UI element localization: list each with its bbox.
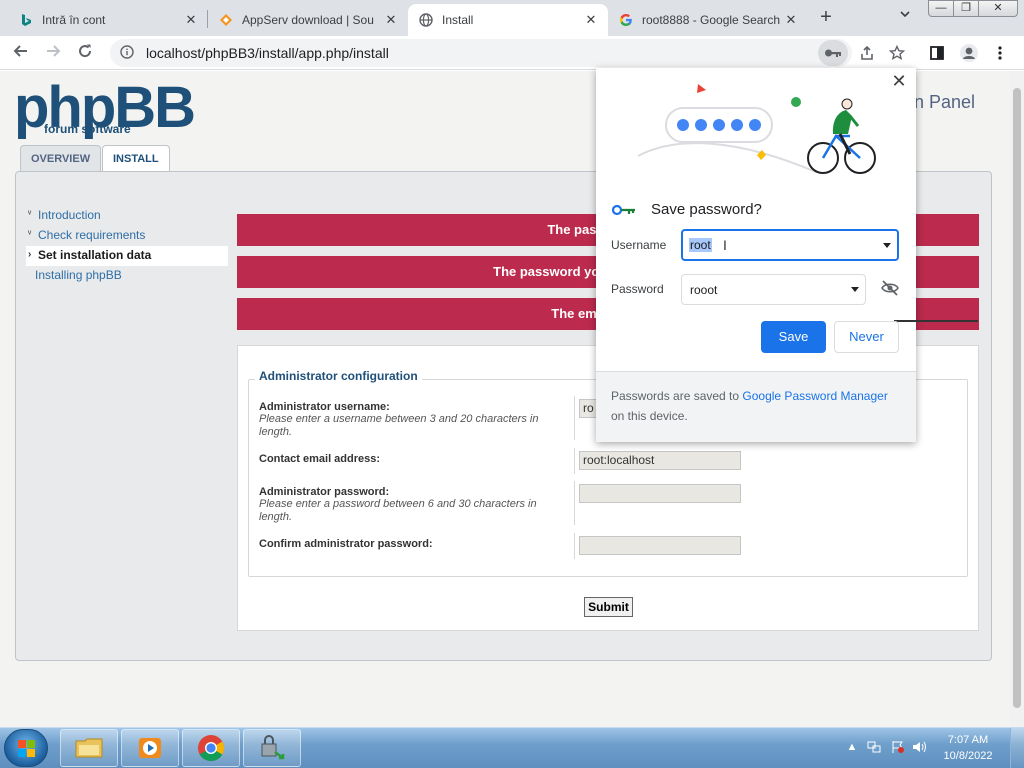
new-tab-button[interactable]: + [812,6,840,30]
clock-time: 7:07 AM [947,734,989,746]
info-icon[interactable] [120,44,134,62]
admin-username-label: Administrator username: [259,401,390,413]
text-cursor-icon: I [723,237,727,253]
menu-item-introduction[interactable]: ᵛ Introduction [26,206,228,226]
tab-search-chevron-icon[interactable] [894,8,916,28]
checkmark-icon: ᵛ [28,229,32,240]
never-button[interactable]: Never [834,321,899,353]
browser-tab-active[interactable]: Install ✕ [408,4,608,36]
admin-password-hint: Please enter a password between 6 and 30… [259,498,537,523]
reload-icon[interactable] [72,40,98,66]
dropdown-arrow-icon[interactable] [883,243,891,248]
field-divider [574,481,575,525]
volume-icon[interactable] [912,738,928,756]
tray-expand-icon[interactable]: ▲ [844,738,860,756]
chrome-icon [198,735,225,762]
tab-title: Intră în cont [42,13,106,27]
media-player-taskbar-button[interactable] [121,729,179,767]
profile-avatar-icon[interactable] [956,40,982,66]
maximize-button[interactable]: ❐ [953,0,979,17]
bookmark-star-icon[interactable] [884,40,910,66]
tab-install[interactable]: INSTALL [102,145,170,171]
password-label: Password [611,282,664,296]
menu-item-set-installation-data[interactable]: › Set installation data [26,246,228,266]
submit-button[interactable]: Submit [584,597,633,617]
eye-off-icon[interactable] [881,280,901,298]
folder-icon [75,738,103,758]
tab-title: AppServ download | Sou [242,13,374,27]
close-icon[interactable]: ✕ [184,12,198,28]
side-panel-icon[interactable] [924,40,950,66]
action-center-icon[interactable] [890,738,906,756]
bing-icon [18,12,34,28]
username-label: Username [611,238,667,252]
close-icon[interactable]: ✕ [384,12,398,28]
username-dropdown-field[interactable]: root I [681,229,899,261]
system-clock[interactable]: 7:07 AM 10/8/2022 [936,732,1000,764]
overlap-line [894,320,978,322]
password-illustration-icon [637,84,876,174]
lock-network-icon [261,735,285,760]
install-steps-menu: ᵛ Introduction ᵛ Check requirements › Set i… [26,206,228,286]
explorer-taskbar-button[interactable] [60,729,118,767]
close-icon[interactable]: ✕ [584,12,598,28]
admin-username-hint: Please enter a username between 3 and 20… [259,413,539,438]
save-button[interactable]: Save [761,321,826,353]
field-divider [574,448,575,474]
phpbb-logo-subtitle: forum software [44,122,131,136]
checkmark-icon: ᵛ [28,209,32,220]
username-value: root [689,238,712,252]
close-window-button[interactable]: ✕ [978,0,1018,17]
browser-tab[interactable]: AppServ download | Sou ✕ [208,4,408,36]
dialog-title: Save password? [651,201,762,218]
address-bar[interactable]: localhost/phpBB3/install/app.php/install [110,39,852,67]
forward-icon[interactable] [40,40,66,66]
browser-tab[interactable]: root8888 - Google Search ✕ [608,4,808,36]
browser-menu-icon[interactable] [990,40,1010,66]
tab-overview[interactable]: OVERVIEW [20,145,102,171]
windows-logo-icon [18,740,35,757]
close-icon[interactable]: ✕ [890,72,908,90]
tab-title: root8888 - Google Search [642,13,781,27]
arrow-right-icon: › [28,249,32,260]
minimize-button[interactable]: — [928,0,954,17]
browser-tab[interactable]: Intră în cont ✕ [8,4,208,36]
start-button[interactable] [4,729,48,767]
share-icon[interactable] [854,40,880,66]
admin-password-label: Administrator password: [259,486,390,498]
confirm-password-input[interactable] [579,536,741,555]
google-icon [618,12,634,28]
tab-title: Install [442,13,474,27]
network-tray-icon[interactable] [866,738,882,756]
footer-text: Passwords are saved to Google Password M… [611,389,888,423]
field-divider [574,533,575,559]
contact-email-label: Contact email address: [259,453,381,465]
browser-toolbar: localhost/phpBB3/install/app.php/install [0,36,1024,70]
menu-item-installing-phpbb[interactable]: Installing phpBB [26,266,228,286]
password-manager-link[interactable]: Google Password Manager [742,389,887,403]
network-taskbar-button[interactable] [243,729,301,767]
contact-email-input[interactable]: root:localhost [579,451,741,470]
password-dropdown-field[interactable]: rooot [681,274,866,305]
key-icon[interactable] [818,40,848,66]
fieldset-legend: Administrator configuration [255,369,422,383]
key-icon [611,204,636,219]
back-icon[interactable] [8,40,34,66]
media-player-icon [139,738,161,758]
clock-date: 10/8/2022 [943,750,993,762]
show-desktop-button[interactable] [1010,728,1024,768]
close-icon[interactable]: ✕ [784,12,798,28]
menu-item-check-requirements[interactable]: ᵛ Check requirements [26,226,228,246]
chrome-taskbar-button[interactable] [182,729,240,767]
url-text: localhost/phpBB3/install/app.php/install [146,45,389,61]
field-divider [574,396,575,440]
dropdown-arrow-icon[interactable] [851,287,859,292]
appserv-icon [218,12,234,28]
scrollbar-thumb[interactable] [1013,88,1021,708]
admin-password-input[interactable] [579,484,741,503]
password-value: rooot [690,282,718,297]
globe-icon [418,12,434,28]
confirm-password-label: Confirm administrator password: [259,538,433,550]
